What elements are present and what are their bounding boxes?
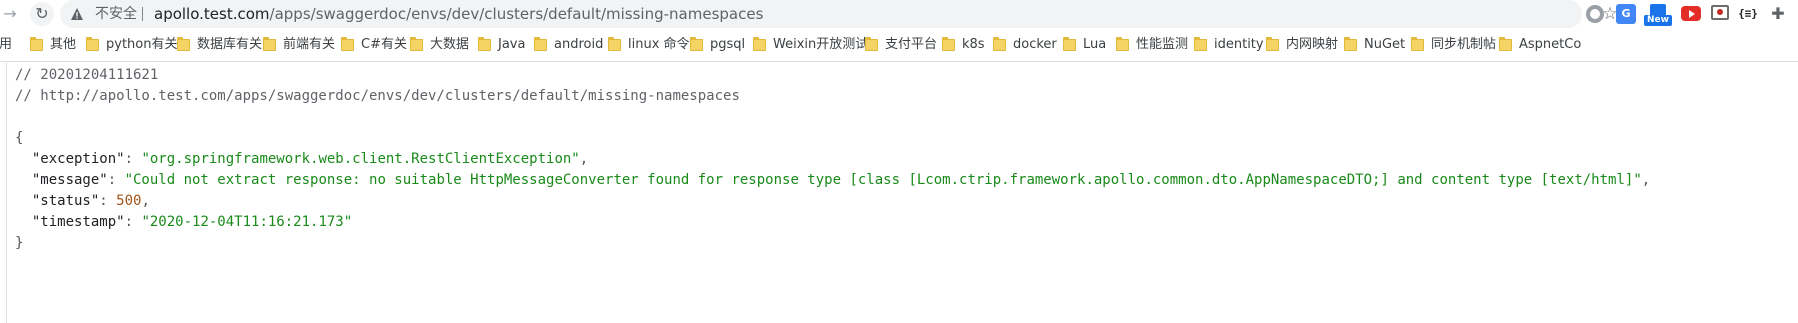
folder-icon xyxy=(177,37,190,51)
folder-icon xyxy=(608,37,621,51)
folder-icon xyxy=(410,37,423,51)
omnibox-divider xyxy=(142,7,143,21)
json-colon: : xyxy=(99,193,117,209)
bookmark-label: pgsql xyxy=(710,37,746,52)
bookmark-label: Java xyxy=(498,37,526,52)
bookmark-label: NuGet xyxy=(1364,37,1406,52)
json-value: "org.springframework.web.client.RestClie… xyxy=(141,151,580,167)
folder-icon xyxy=(30,37,43,51)
json-entry: "timestamp": "2020-12-04T11:16:21.173" xyxy=(15,210,352,234)
extensions-puzzle-icon[interactable]: ✚ xyxy=(1768,4,1788,24)
folder-icon xyxy=(993,37,1006,51)
bookmark-label: AspnetCo xyxy=(1519,37,1582,52)
json-value: "2020-12-04T11:16:21.173" xyxy=(141,214,353,230)
json-entry: "message": "Could not extract response: … xyxy=(15,168,1650,192)
bookmark-label: 支付平台 xyxy=(885,37,938,52)
address-bar[interactable]: 不安全 apollo.test.com/apps/swaggerdoc/envs… xyxy=(60,0,1618,28)
new-extension-icon[interactable]: New xyxy=(1644,4,1672,26)
bookmark-label: 大数据 xyxy=(430,37,470,52)
json-colon: : xyxy=(107,172,125,188)
bookmark-label: C#有关 xyxy=(361,37,407,52)
bookmark-label: Weixin开放测试 xyxy=(773,37,869,52)
translate-extension-icon[interactable]: G xyxy=(1616,4,1636,24)
json-key: "status" xyxy=(31,193,100,209)
back-arrow-icon[interactable]: → xyxy=(0,3,20,25)
json-colon: : xyxy=(124,151,142,167)
json-formatter-extension-icon[interactable]: {≡} xyxy=(1738,4,1758,24)
bookmark-label: 性能监测 xyxy=(1136,37,1189,52)
folder-icon xyxy=(1063,37,1076,51)
folder-icon xyxy=(1411,37,1424,51)
folder-icon xyxy=(86,37,99,51)
bookmark-label: identity xyxy=(1214,37,1264,52)
youtube-extension-icon[interactable] xyxy=(1681,6,1701,21)
folder-icon xyxy=(942,37,955,51)
close-brace: } xyxy=(15,235,24,251)
folder-icon xyxy=(1344,37,1357,51)
bookmark-label: linux 命令 xyxy=(628,37,690,52)
json-trailing-comma: , xyxy=(141,193,150,209)
warning-icon[interactable] xyxy=(70,7,84,21)
bookmark-label: Lua xyxy=(1083,37,1107,52)
monitor-extension-icon[interactable] xyxy=(1711,5,1729,20)
new-badge: New xyxy=(1644,15,1672,26)
gutter-divider xyxy=(6,63,7,323)
browser-toolbar: → ↻ 不安全 apollo.test.com/apps/swaggerdoc/… xyxy=(0,0,1798,28)
bookmarks-bar: 应用 其他 python有关 数据库有关 前端有关 C#有关 大数据 Java android l… xyxy=(0,28,1798,62)
folder-icon xyxy=(534,37,547,51)
security-label[interactable]: 不安全 xyxy=(95,0,137,28)
folder-icon xyxy=(690,37,703,51)
bookmark-label: python有关 xyxy=(106,37,178,52)
bookmark-label: 同步机制帖 xyxy=(1431,37,1497,52)
json-key: "timestamp" xyxy=(31,214,125,230)
json-colon: : xyxy=(124,214,142,230)
folder-icon xyxy=(263,37,276,51)
bookmark-label: 内网映射 xyxy=(1286,37,1339,52)
folder-icon xyxy=(753,37,766,51)
json-trailing-comma: , xyxy=(1641,172,1651,188)
bookmark-label: 其他 xyxy=(50,37,77,52)
json-viewer: // 20201204111621 // http://apollo.test.… xyxy=(0,63,1798,323)
folder-icon xyxy=(341,37,354,51)
folder-icon xyxy=(865,37,878,51)
comment-url: // http://apollo.test.com/apps/swaggerdo… xyxy=(15,88,740,104)
folder-icon xyxy=(1116,37,1129,51)
url-host: apollo.test.com xyxy=(154,5,270,23)
json-trailing-comma: , xyxy=(579,151,589,167)
bookmark-label: android xyxy=(554,37,604,52)
bookmark-label: 数据库有关 xyxy=(197,37,263,52)
folder-icon xyxy=(1194,37,1207,51)
reload-icon[interactable]: ↻ xyxy=(30,2,54,26)
folder-icon xyxy=(1266,37,1279,51)
url-text[interactable]: apollo.test.com/apps/swaggerdoc/envs/dev… xyxy=(154,0,763,28)
folder-icon xyxy=(478,37,491,51)
folder-icon xyxy=(1499,37,1512,51)
extension-circle-icon[interactable] xyxy=(1586,5,1604,23)
json-key: "exception" xyxy=(31,151,125,167)
json-value: 500 xyxy=(116,193,142,209)
url-path: /apps/swaggerdoc/envs/dev/clusters/defau… xyxy=(269,5,764,23)
bookmark-label: k8s xyxy=(962,37,985,52)
bookmark-label: 前端有关 xyxy=(283,37,336,52)
bookmark-label: docker xyxy=(1013,37,1057,52)
bookmark-label: 应用 xyxy=(0,37,13,52)
json-value: "Could not extract response: no suitable… xyxy=(124,172,1642,188)
json-key: "message" xyxy=(31,172,108,188)
